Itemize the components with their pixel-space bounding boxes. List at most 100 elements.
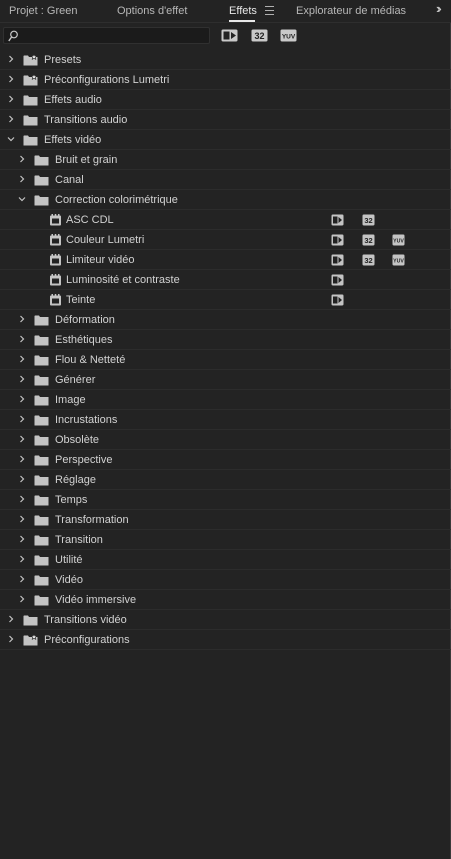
search-input[interactable]: [3, 27, 210, 44]
tree-item-label: Transitions vidéo: [44, 614, 127, 626]
tree-item-label: Préconfigurations Lumetri: [44, 74, 170, 86]
accelerated-badge-icon: [331, 214, 344, 226]
bin-transitions-video[interactable]: Transitions vidéo: [0, 610, 451, 630]
folder-icon: [34, 395, 49, 406]
chevron-right-icon[interactable]: [18, 395, 26, 403]
folder-icon: [34, 335, 49, 346]
bin-transition[interactable]: Transition: [0, 530, 451, 550]
tree-item-label: Transformation: [55, 514, 129, 526]
badge-text: 32: [364, 256, 372, 265]
tree-item-label: Perspective: [55, 454, 113, 466]
bin-preconfigurations[interactable]: Préconfigurations: [0, 630, 451, 650]
chevron-right-icon[interactable]: [18, 455, 26, 463]
tab-effect-controls[interactable]: Options d'effet: [117, 3, 187, 19]
tree-item-label: Réglage: [55, 474, 96, 486]
badge-text: YUV: [393, 238, 404, 244]
effect-item-limiteur-video[interactable]: Limiteur vidéo 32 YUV: [0, 250, 451, 270]
chevron-right-icon[interactable]: [7, 635, 15, 643]
chevron-right-icon[interactable]: [18, 415, 26, 423]
chevron-right-icon[interactable]: [18, 175, 26, 183]
overflow-chevrons-icon[interactable]: ››: [436, 1, 441, 16]
panel-menu-icon[interactable]: [265, 6, 274, 15]
32bit-effects-filter-button[interactable]: 32: [251, 29, 268, 42]
bin-presets[interactable]: Presets: [0, 50, 451, 70]
chevron-right-icon[interactable]: [18, 375, 26, 383]
chevron-right-icon[interactable]: [7, 95, 15, 103]
bin-reglage[interactable]: Réglage: [0, 470, 451, 490]
bin-generer[interactable]: Générer: [0, 370, 451, 390]
chevron-right-icon[interactable]: [18, 435, 26, 443]
yuv-icon: YUV: [280, 29, 297, 42]
chevron-right-icon[interactable]: [18, 595, 26, 603]
accelerated-badge-icon: [331, 294, 344, 306]
chevron-right-icon[interactable]: [7, 55, 15, 63]
chevron-right-icon[interactable]: [18, 475, 26, 483]
bin-incrustations[interactable]: Incrustations: [0, 410, 451, 430]
folder-icon: [34, 515, 49, 526]
bin-video-immersive[interactable]: Vidéo immersive: [0, 590, 451, 610]
bin-canal[interactable]: Canal: [0, 170, 451, 190]
bin-preconfigurations-lumetri[interactable]: Préconfigurations Lumetri: [0, 70, 451, 90]
tree-item-label: Transitions audio: [44, 114, 128, 126]
folder-icon: [34, 575, 49, 586]
tree-item-label: Vidéo immersive: [55, 594, 137, 606]
chevron-right-icon[interactable]: [7, 75, 15, 83]
bin-bruit-et-grain[interactable]: Bruit et grain: [0, 150, 451, 170]
tree-item-label: Temps: [55, 494, 88, 506]
effect-item-couleur-lumetri[interactable]: Couleur Lumetri 32 YUV: [0, 230, 451, 250]
chevron-right-icon[interactable]: [18, 495, 26, 503]
chevron-right-icon[interactable]: [7, 615, 15, 623]
tree-item-label: Vidéo: [55, 574, 83, 586]
folder-icon: [34, 375, 49, 386]
folder-icon: [34, 435, 49, 446]
effect-item-luminosite-et-contraste[interactable]: Luminosité et contraste: [0, 270, 451, 290]
bin-utilite[interactable]: Utilité: [0, 550, 451, 570]
bin-correction-colorimetrique[interactable]: Correction colorimétrique: [0, 190, 451, 210]
folder-icon: [34, 315, 49, 326]
bin-flou-nettete[interactable]: Flou & Netteté: [0, 350, 451, 370]
effect-item-asc-cdl[interactable]: ASC CDL 32: [0, 210, 451, 230]
tab-effects[interactable]: Effets: [229, 3, 257, 19]
chevron-right-icon[interactable]: [18, 155, 26, 163]
folder-icon: [23, 615, 38, 626]
tree-item-label: Image: [55, 394, 86, 406]
bin-transitions-audio[interactable]: Transitions audio: [0, 110, 451, 130]
tab-project[interactable]: Projet : Green: [9, 3, 77, 19]
bin-temps[interactable]: Temps: [0, 490, 451, 510]
chevron-right-icon[interactable]: [18, 535, 26, 543]
chevron-right-icon[interactable]: [7, 115, 15, 123]
bin-effets-video[interactable]: Effets vidéo: [0, 130, 451, 150]
preset-folder-icon: [23, 74, 38, 86]
chevron-right-icon[interactable]: [18, 575, 26, 583]
tree-item-label: Teinte: [66, 294, 96, 306]
bin-esthetiques[interactable]: Esthétiques: [0, 330, 451, 350]
tree-item-label: Générer: [55, 374, 96, 386]
chevron-right-icon[interactable]: [18, 315, 26, 323]
chevron-down-icon[interactable]: [7, 135, 15, 143]
bin-effets-audio[interactable]: Effets audio: [0, 90, 451, 110]
chevron-right-icon[interactable]: [18, 555, 26, 563]
yuv-effects-filter-button[interactable]: YUV: [280, 29, 297, 42]
tab-media-browser[interactable]: Explorateur de médias: [296, 3, 406, 19]
folder-icon: [34, 175, 49, 186]
32bit-icon-text: 32: [254, 31, 264, 41]
bin-obsolete[interactable]: Obsolète: [0, 430, 451, 450]
32bit-badge-icon: 32: [362, 254, 375, 266]
folder-icon: [34, 455, 49, 466]
32bit-badge-icon: 32: [362, 214, 375, 226]
badge-text: YUV: [393, 258, 404, 264]
bin-video[interactable]: Vidéo: [0, 570, 451, 590]
yuv-badge-icon: YUV: [392, 254, 405, 266]
chevron-right-icon[interactable]: [18, 335, 26, 343]
accelerated-effects-filter-button[interactable]: [221, 29, 238, 42]
bin-deformation[interactable]: Déformation: [0, 310, 451, 330]
chevron-right-icon[interactable]: [18, 355, 26, 363]
chevron-down-icon[interactable]: [18, 195, 26, 203]
bin-image[interactable]: Image: [0, 390, 451, 410]
tree-item-label: Incrustations: [55, 414, 118, 426]
effect-item-teinte[interactable]: Teinte: [0, 290, 451, 310]
video-effect-icon: [50, 254, 61, 266]
bin-perspective[interactable]: Perspective: [0, 450, 451, 470]
chevron-right-icon[interactable]: [18, 515, 26, 523]
bin-transformation[interactable]: Transformation: [0, 510, 451, 530]
